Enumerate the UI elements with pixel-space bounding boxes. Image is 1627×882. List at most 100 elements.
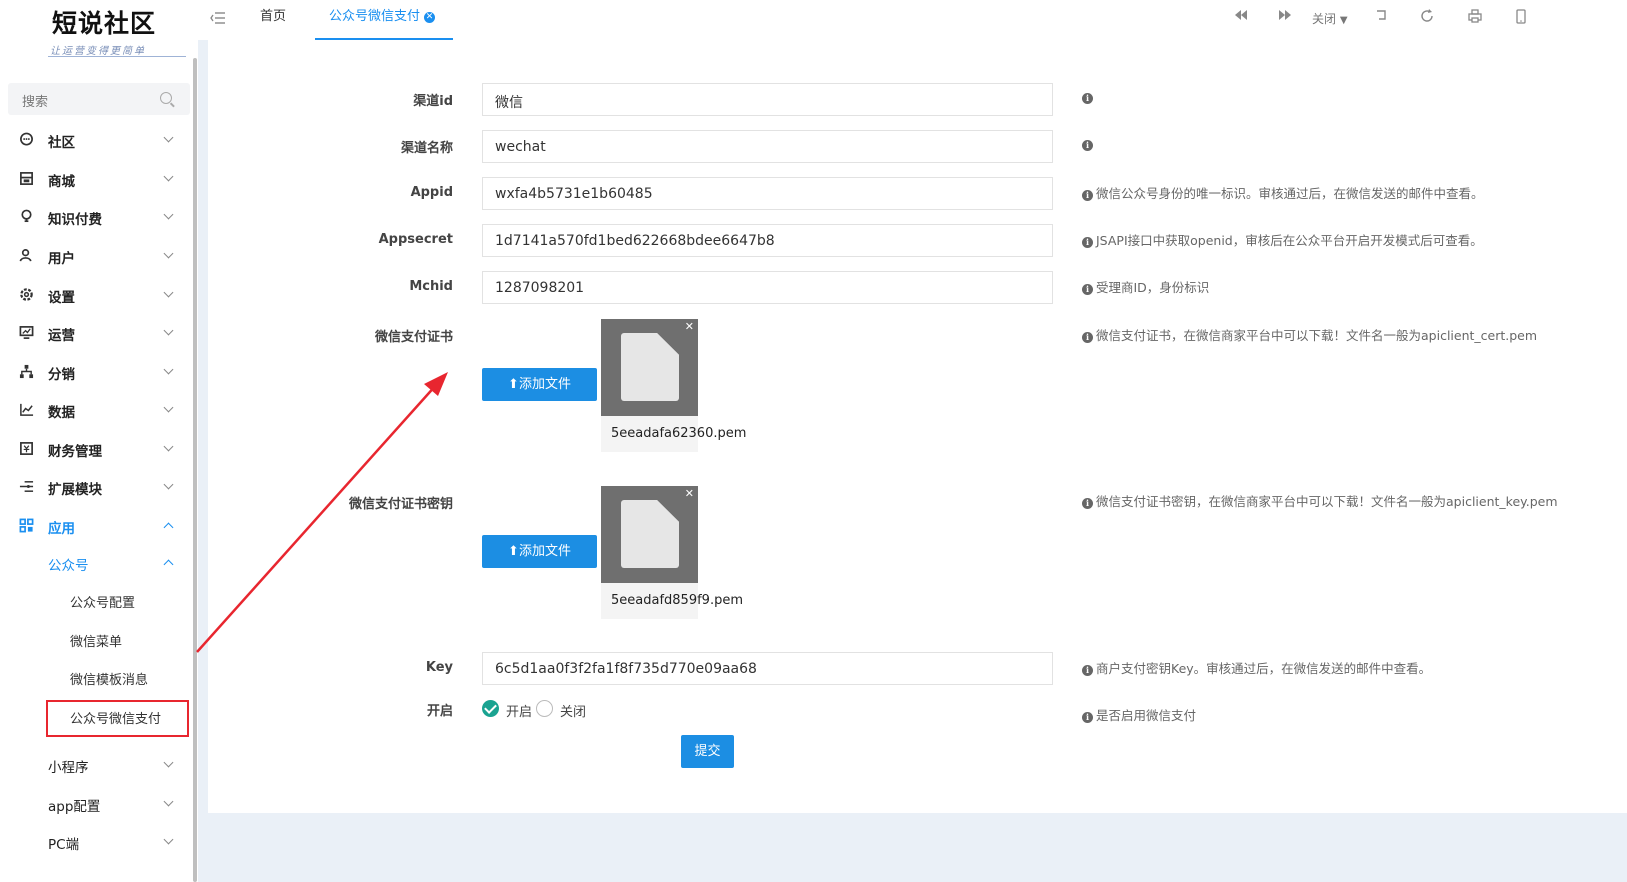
sidebar-item-pc[interactable]: PC端 [0,824,190,860]
tab-wechat-pay[interactable]: 公众号微信支付 ✕ [315,0,453,40]
sidebar-item-finance[interactable]: 财务管理 [0,431,190,467]
appid-label: Appid [410,185,453,200]
appsecret-hint: i JSAPI接口中获取openid，审核后在公众平台开启开发模式后可查看。 [1082,230,1483,249]
user-icon [18,248,34,264]
menu-toggle-icon[interactable] [210,10,226,29]
chevron-down-icon [163,287,174,298]
cert-key-hint: i 微信支付证书密钥，在微信商家平台中可以下载！文件名一般为apiclient_k… [1082,491,1558,510]
chart-icon [18,402,34,418]
channel-name-label: 渠道名称 [400,141,453,156]
minimize-icon[interactable] [1376,9,1388,25]
remove-file-icon[interactable]: ✕ [685,487,694,500]
sidebar-group-official-account[interactable]: 公众号 [0,545,190,581]
mchid-field[interactable]: 1287098201 [482,271,1053,304]
file-fold [657,333,679,355]
info-icon: i [1082,93,1093,104]
sidebar-scrollbar[interactable] [193,58,197,882]
sidebar-subitem-template-message[interactable]: 微信模板消息 [0,660,190,696]
channel-id-label: 渠道id [413,94,453,109]
sidebar-item-label: PC端 [48,837,80,853]
chevron-down-icon [163,171,174,182]
sidebar-subitem-label: 公众号配置 [70,596,136,611]
sidebar-item-label: 社区 [48,135,75,151]
info-icon: i [1082,284,1093,295]
mobile-icon[interactable] [1516,9,1526,28]
key-hint: i 商户支付密钥Key。审核通过后，在微信发送的邮件中查看。 [1082,658,1431,677]
enable-off-radio[interactable] [536,700,553,717]
channel-name-field[interactable]: wechat [482,130,1053,163]
bulb-icon [18,209,34,225]
finance-icon [18,441,34,457]
upload-icon: ⬆ [508,377,519,392]
chevron-down-icon [163,834,174,845]
channel-name-hint: i [1082,136,1096,151]
sidebar-item-knowledge[interactable]: 知识付费 [0,199,190,235]
sidebar-item-community[interactable]: 社区 [0,122,190,158]
chevron-down-icon [163,479,174,490]
info-icon: i [1082,498,1093,509]
sidebar: 短说社区 让运营变得更简单 搜索 社区 商城 知识付费 用户 设置 运营 分销 … [0,0,198,882]
network-icon [18,364,34,380]
sidebar-subitem-label: 微信模板消息 [70,673,149,688]
close-icon[interactable]: ✕ [424,12,436,23]
sidebar-item-operations[interactable]: 运营 [0,315,190,351]
sidebar-item-miniprogram[interactable]: 小程序 [0,747,190,783]
search-icon[interactable] [160,92,172,104]
channel-id-field[interactable]: 微信 [482,83,1053,116]
sidebar-item-label: 数据 [48,405,75,421]
cert-file-name: 5eeadafa62360.pem [601,416,746,452]
logo-subtitle: 让运营变得更简单 [50,46,146,57]
appid-field[interactable]: wxfa4b5731e1b60485 [482,177,1053,210]
remove-file-icon[interactable]: ✕ [685,320,694,333]
close-tabs-label: 关闭 [1312,12,1337,26]
tab-label: 首页 [260,9,287,24]
top-bar: 首页 公众号微信支付 ✕ 关闭 ▼ [198,0,1627,40]
cert-hint: i 微信支付证书，在微信商家平台中可以下载！文件名一般为apiclient_cer… [1082,325,1537,344]
sidebar-item-label: 扩展模块 [48,482,102,498]
sidebar-item-shop[interactable]: 商城 [0,161,190,197]
enable-label: 开启 [426,704,453,719]
cert-upload-button[interactable]: ⬆添加文件 [482,368,597,401]
sidebar-item-label: 用户 [48,251,75,267]
gear-icon [18,287,34,303]
upload-icon: ⬆ [508,544,519,559]
sidebar-subitem-wechat-menu[interactable]: 微信菜单 [0,622,190,658]
appsecret-field[interactable]: 1d7141a570fd1bed622668bdee6647b8 [482,224,1053,257]
sidebar-subitem-account-config[interactable]: 公众号配置 [0,583,190,619]
scroll-left-icon[interactable] [1234,9,1248,25]
key-field[interactable]: 6c5d1aa0f3f2fa1f8f735d770e09aa68 [482,652,1053,685]
sidebar-item-extensions[interactable]: 扩展模块 [0,469,190,505]
search-input[interactable]: 搜索 [8,83,190,115]
sidebar-item-apps[interactable]: 应用 [0,508,190,544]
annotation-highlight-box [46,700,189,737]
scroll-right-icon[interactable] [1278,9,1292,25]
chevron-down-icon [163,325,174,336]
sidebar-item-distribution[interactable]: 分销 [0,354,190,390]
submit-button[interactable]: 提交 [681,735,734,768]
logo: 短说社区 让运营变得更简单 [28,4,186,60]
chevron-down-icon [163,209,174,220]
sidebar-item-data[interactable]: 数据 [0,392,190,428]
enable-on-radio[interactable] [482,700,499,717]
chevron-down-icon [163,132,174,143]
cert-key-upload-button[interactable]: ⬆添加文件 [482,535,597,568]
chevron-down-icon [163,364,174,375]
close-tabs-dropdown[interactable]: 关闭 ▼ [1312,10,1348,27]
tab-home[interactable]: 首页 [260,0,286,40]
logo-title: 短说社区 [52,9,157,38]
cert-key-label: 微信支付证书密钥 [348,497,453,512]
print-icon[interactable] [1468,9,1482,27]
file-icon [621,500,679,568]
sidebar-item-app-config[interactable]: app配置 [0,786,190,822]
enable-hint-text: 是否启用微信支付 [1096,708,1197,723]
sidebar-item-users[interactable]: 用户 [0,238,190,274]
sidebar-item-settings[interactable]: 设置 [0,277,190,313]
cert-key-hint-text: 微信支付证书密钥，在微信商家平台中可以下载！文件名一般为apiclient_ke… [1096,494,1558,509]
sidebar-item-label: 设置 [48,290,75,306]
logo-underline [48,56,186,57]
chat-icon [18,132,34,148]
appid-hint-text: 微信公众号身份的唯一标识。审核通过后，在微信发送的邮件中查看。 [1096,186,1484,201]
appid-hint: i 微信公众号身份的唯一标识。审核通过后，在微信发送的邮件中查看。 [1082,183,1484,202]
refresh-icon[interactable] [1420,9,1434,27]
sidebar-item-label: 小程序 [48,760,89,776]
